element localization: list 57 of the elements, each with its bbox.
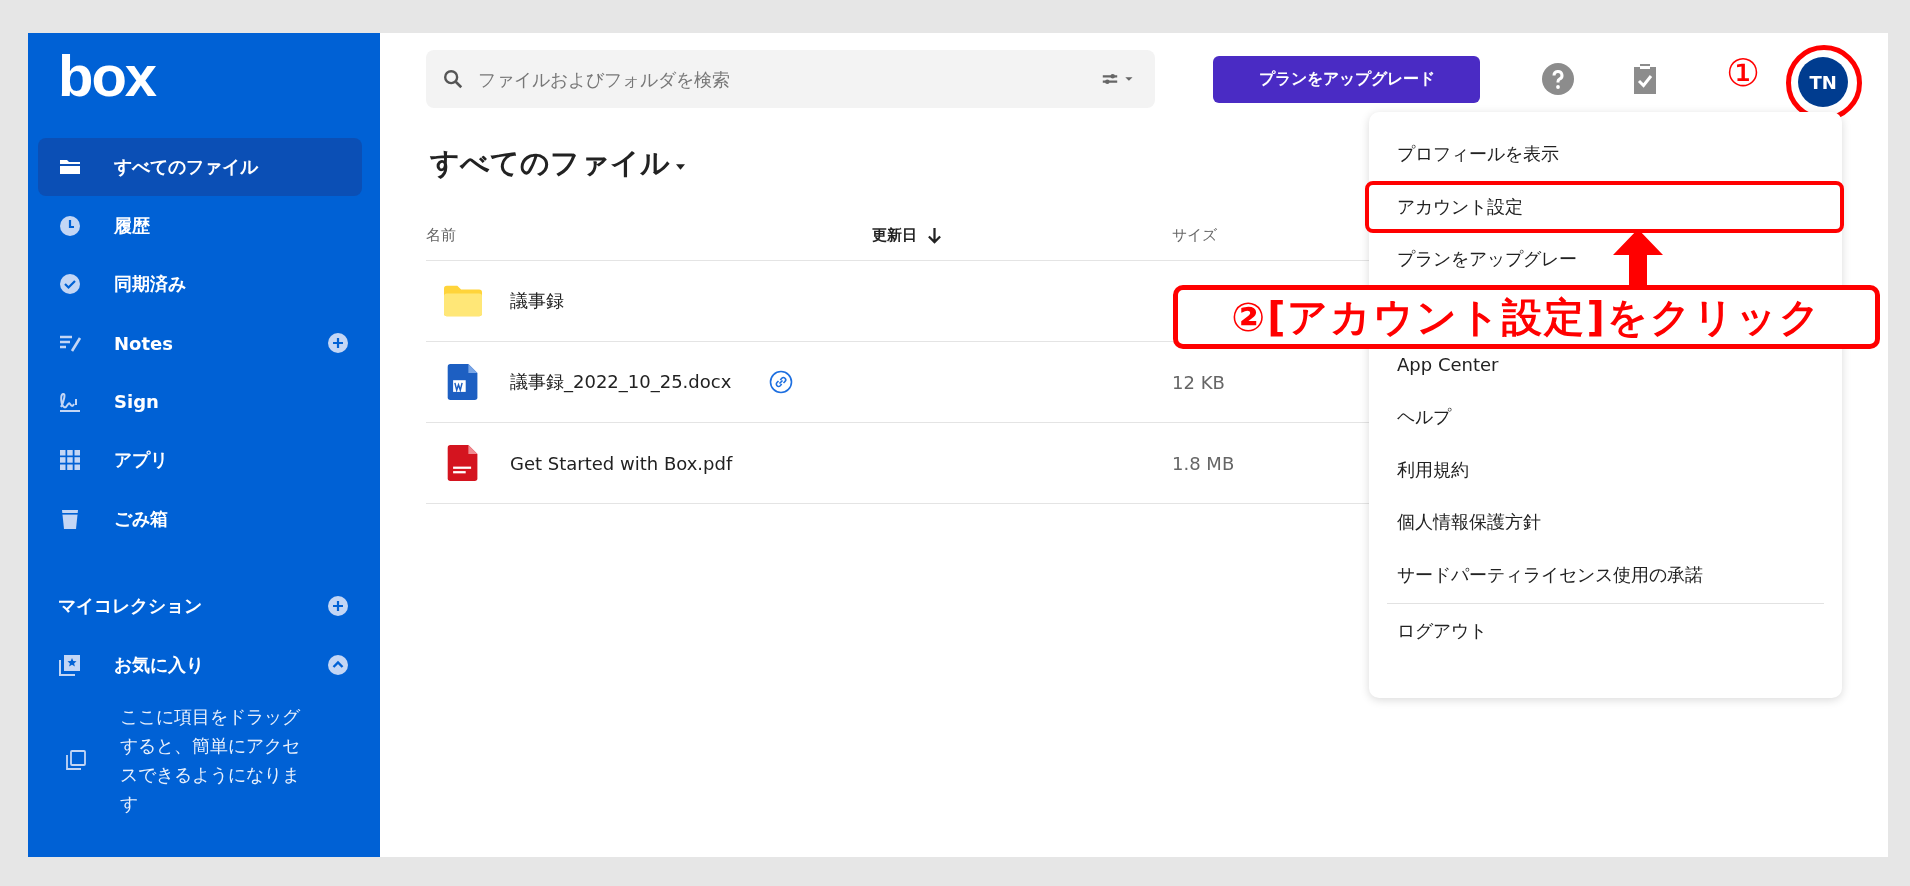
search-field[interactable]: ファイルおよびフォルダを検索 [426, 50, 1155, 108]
sidebar-item-label: すべてのファイル [114, 155, 260, 179]
search-icon [442, 68, 464, 90]
column-header[interactable]: 更新日 [872, 226, 917, 245]
sidebar-item[interactable]: 同期済み [38, 255, 362, 314]
sidebar-item-label: ごみ箱 [114, 507, 169, 532]
sidebar-item-label: 同期済み [114, 272, 187, 297]
sidebar-item-label: 履歴 [114, 213, 151, 238]
step-marker: ① [1726, 54, 1761, 92]
menu-item[interactable]: 利用規約 [1397, 457, 1469, 482]
add-icon[interactable] [328, 596, 348, 617]
sidebar-item[interactable]: すべてのファイル [38, 138, 362, 196]
menu-item[interactable]: サードパーティライセンス使用の承諾 [1397, 563, 1703, 588]
help-icon[interactable] [1542, 63, 1574, 95]
sidebar-item-label: お気に入り [114, 653, 205, 678]
sidebar-item-label: アプリ [114, 448, 169, 473]
caret-icon[interactable] [676, 164, 685, 170]
copy-icon [64, 748, 88, 773]
sidebar-item[interactable]: アプリ [38, 431, 362, 490]
sidebar-item[interactable]: 履歴 [38, 196, 362, 255]
drop-hint: ここに項目をドラッグすると、簡単にアクセスできるようになります [120, 705, 301, 817]
menu-item[interactable]: ログアウト [1397, 618, 1487, 643]
sidebar-item[interactable]: Notes [38, 314, 362, 373]
sidebar-item[interactable]: ごみ箱 [38, 490, 362, 549]
star-card-icon [58, 653, 82, 678]
column-header[interactable]: 名前 [426, 226, 456, 245]
upgrade-button[interactable]: プランをアップグレード [1213, 55, 1480, 103]
file-name[interactable]: Get Started with Box.pdf [510, 452, 733, 474]
chevron-icon[interactable] [328, 655, 348, 676]
file-size: 12 KB [1172, 371, 1225, 393]
sidebar-item[interactable]: お気に入り [38, 636, 362, 695]
link-icon[interactable] [769, 370, 794, 394]
file-size: 1.8 MB [1172, 452, 1235, 474]
menu-item[interactable]: プランをアップグレー [1397, 247, 1577, 272]
callout-label: ②[アカウント設定]をクリック [1173, 285, 1880, 349]
section-title: マイコレクション [58, 594, 203, 619]
add-icon[interactable] [328, 333, 348, 354]
menu-item[interactable]: 個人情報保護方針 [1397, 510, 1541, 535]
clock-icon [58, 213, 82, 238]
avatar-button[interactable]: TN [1798, 57, 1849, 107]
column-header[interactable]: サイズ [1172, 226, 1217, 245]
menu-item[interactable]: ヘルプ [1397, 405, 1451, 430]
sidebar-item[interactable]: Sign [38, 372, 362, 431]
arrow-down-icon [927, 227, 942, 244]
check-circle-icon [58, 272, 82, 297]
clipboard-check-icon[interactable] [1632, 63, 1658, 95]
menu-item[interactable]: プロフィールを表示 [1397, 142, 1559, 167]
grid-icon [58, 448, 82, 473]
menu-item[interactable]: アカウント設定 [1365, 180, 1844, 234]
file-name[interactable]: 議事録 [510, 289, 564, 313]
folder-title: すべてのファイル [430, 145, 670, 182]
menu-item[interactable]: App Center [1397, 352, 1499, 377]
sidebar-item-label: Notes [114, 332, 174, 354]
sidebar-item-label: Sign [114, 391, 160, 413]
folder-icon [444, 283, 482, 319]
file-name[interactable]: 議事録_2022_10_25.docx [510, 370, 732, 394]
logo[interactable]: box [58, 47, 156, 138]
